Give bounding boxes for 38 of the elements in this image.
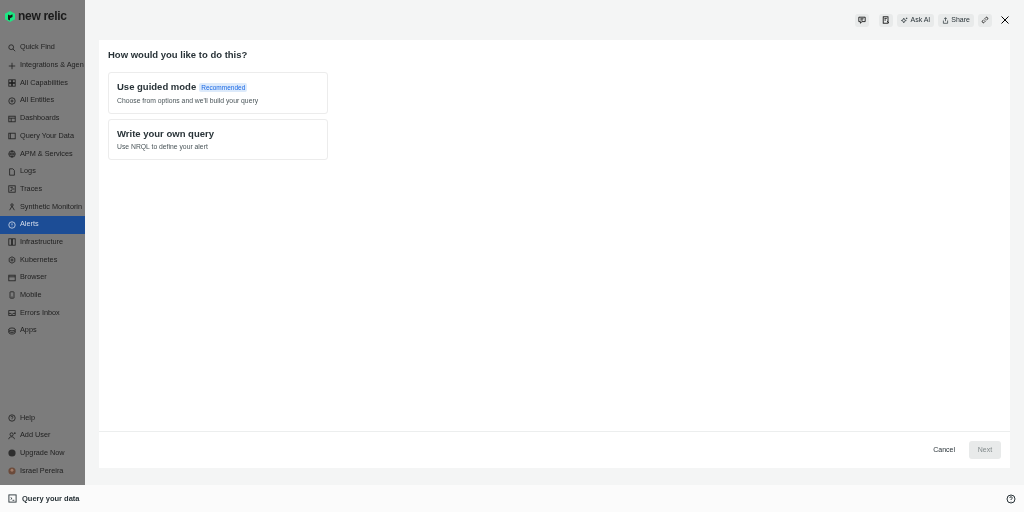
help-icon <box>8 414 16 423</box>
globe-icon <box>8 149 16 158</box>
option-title: Write your own query <box>117 126 214 141</box>
alert-icon <box>8 220 16 229</box>
notes-button[interactable] <box>879 13 894 27</box>
circle-icon <box>8 96 16 105</box>
link-icon <box>981 16 989 24</box>
avatar-icon <box>8 467 16 476</box>
option-title: Use guided mode <box>117 80 197 95</box>
grid-icon <box>8 79 16 88</box>
close-icon <box>1000 15 1010 25</box>
phone-icon <box>8 291 16 300</box>
browser-icon <box>8 273 16 282</box>
link-button[interactable] <box>978 13 992 27</box>
person-add-icon <box>8 431 16 440</box>
help-icon <box>1006 493 1016 504</box>
terminal-icon <box>8 494 17 503</box>
feedback-button[interactable] <box>855 13 870 27</box>
person-icon <box>8 203 16 212</box>
stack-icon <box>8 326 16 335</box>
document-icon <box>8 167 16 176</box>
server-icon <box>8 238 16 247</box>
share-icon <box>942 16 950 24</box>
dialog-question: How would you like to do this? <box>108 48 249 62</box>
logo-text: new relic <box>18 8 67 25</box>
speech-bubble-icon <box>858 16 867 24</box>
window-icon <box>8 132 16 141</box>
inbox-icon <box>8 309 16 318</box>
trace-icon <box>8 185 16 194</box>
hexagon-icon <box>8 256 16 265</box>
notepad-icon <box>882 16 891 24</box>
sparkle-icon <box>901 16 909 24</box>
dashboard-icon <box>8 114 16 123</box>
close-button[interactable] <box>1000 15 1010 25</box>
logo-icon <box>5 10 15 22</box>
plus-icon <box>8 61 16 70</box>
circle-icon <box>8 449 16 458</box>
search-icon <box>8 43 16 52</box>
